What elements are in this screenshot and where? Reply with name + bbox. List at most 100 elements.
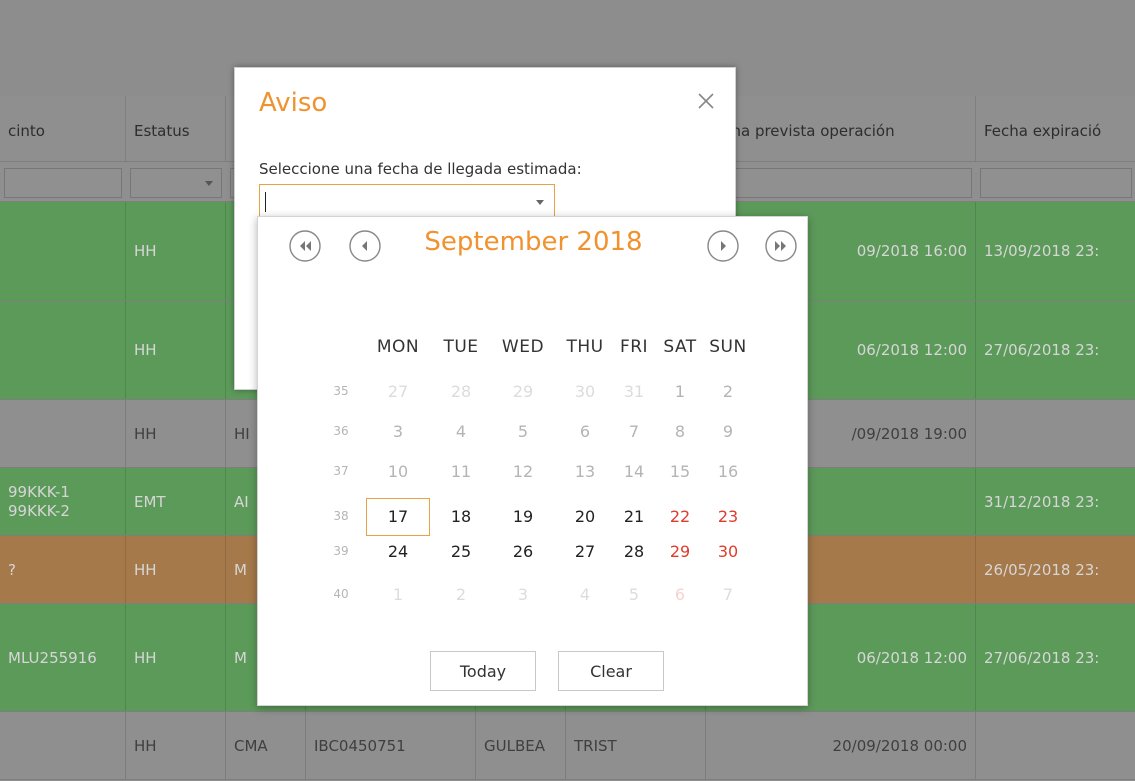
- today-button[interactable]: Today: [430, 651, 536, 691]
- week-number: 39: [333, 544, 349, 558]
- table-cell-c3: CMA: [226, 712, 306, 779]
- calendar-day[interactable]: 22: [660, 502, 700, 532]
- table-cell-precinto: 99KKK-1 99KKK-2: [0, 468, 126, 535]
- dialog-prompt: Seleccione una fecha de llegada estimada…: [259, 160, 582, 178]
- chevron-down-icon[interactable]: [205, 181, 213, 186]
- calendar-day[interactable]: 16: [708, 457, 748, 487]
- column-header-fecha_prevista[interactable]: echa prevista operación: [706, 96, 976, 162]
- table-cell-fecha_expiracion: 27/06/2018 23:: [976, 301, 1135, 399]
- table-cell-precinto: [0, 202, 126, 300]
- filter-input-fecha_expiracion[interactable]: [980, 168, 1132, 198]
- calendar-day[interactable]: 15: [660, 457, 700, 487]
- calendar-popup: September 2018 MON TUE WED THU FRI SAT SUN 35 2…: [257, 216, 808, 706]
- calendar-day[interactable]: 6: [660, 580, 700, 610]
- weekday-sun: SUN: [709, 337, 747, 357]
- table-cell-estatus: HH: [126, 301, 226, 399]
- column-header-estatus[interactable]: Estatus: [126, 96, 226, 162]
- calendar-day[interactable]: 29: [503, 377, 543, 407]
- table-cell-estatus: HH: [126, 604, 226, 711]
- weekday-header: MON TUE WED THU FRI SAT SUN: [258, 337, 809, 361]
- calendar-day[interactable]: 3: [378, 417, 418, 447]
- calendar-day[interactable]: 20: [565, 502, 605, 532]
- calendar-day[interactable]: 4: [441, 417, 481, 447]
- calendar-day[interactable]: 1: [660, 377, 700, 407]
- table-cell-c4: IBC0450751: [306, 712, 476, 779]
- calendar-day[interactable]: 26: [503, 537, 543, 567]
- calendar-day[interactable]: 30: [565, 377, 605, 407]
- calendar-day[interactable]: 13: [565, 457, 605, 487]
- weekday-tue: TUE: [443, 337, 479, 357]
- column-header-precinto[interactable]: cinto: [0, 96, 126, 162]
- table-cell-estatus: HH: [126, 400, 226, 467]
- cell-line: 99KKK-2: [8, 501, 70, 520]
- calendar-day[interactable]: 7: [708, 580, 748, 610]
- calendar-day[interactable]: 11: [441, 457, 481, 487]
- calendar-day[interactable]: 3: [503, 580, 543, 610]
- table-cell-precinto: [0, 400, 126, 467]
- calendar-day[interactable]: 19: [503, 502, 543, 532]
- calendar-day[interactable]: 10: [378, 457, 418, 487]
- arrival-date-input[interactable]: [260, 185, 520, 217]
- calendar-day[interactable]: 29: [660, 537, 700, 567]
- cell-line: 99KKK-1: [8, 482, 70, 501]
- week-number: 40: [333, 587, 349, 601]
- calendar-day[interactable]: 18: [441, 502, 481, 532]
- calendar-day[interactable]: 5: [503, 417, 543, 447]
- calendar-day[interactable]: 14: [614, 457, 654, 487]
- chevron-down-icon[interactable]: [536, 200, 544, 205]
- calendar-day[interactable]: 1: [378, 580, 418, 610]
- calendar-day[interactable]: 21: [614, 502, 654, 532]
- weekday-thu: THU: [566, 337, 604, 357]
- week-number: 38: [333, 509, 349, 523]
- column-header-label: cinto: [8, 122, 45, 140]
- calendar-day[interactable]: 31: [614, 377, 654, 407]
- table-cell-estatus: HH: [126, 712, 226, 779]
- calendar-day[interactable]: 23: [708, 502, 748, 532]
- calendar-day-selected[interactable]: 17: [366, 498, 430, 536]
- calendar-day[interactable]: 30: [708, 537, 748, 567]
- clear-button[interactable]: Clear: [558, 651, 664, 691]
- table-cell-estatus: HH: [126, 536, 226, 603]
- week-number: 35: [333, 384, 349, 398]
- filter-input-precinto[interactable]: [4, 168, 122, 198]
- calendar-day[interactable]: 9: [708, 417, 748, 447]
- weekday-sat: SAT: [663, 337, 697, 357]
- table-cell-fecha_expiracion: [976, 712, 1135, 779]
- calendar-day[interactable]: 2: [708, 377, 748, 407]
- weekday-mon: MON: [376, 337, 420, 357]
- calendar-day[interactable]: 27: [565, 537, 605, 567]
- table-cell-fecha_prevista: 20/09/2018 00:00: [706, 712, 976, 779]
- calendar-day[interactable]: 28: [614, 537, 654, 567]
- table-row[interactable]: HH CMA IBC0450751 GULBEA TRIST 20/09/2018 00:…: [0, 712, 1135, 780]
- table-cell-fecha_expiracion: 26/05/2018 23:: [976, 536, 1135, 603]
- calendar-day[interactable]: 4: [565, 580, 605, 610]
- column-header-label: Fecha expiració: [984, 122, 1102, 140]
- table-cell-fecha_expiracion: 13/09/2018 23:: [976, 202, 1135, 300]
- filter-input-estatus[interactable]: [130, 168, 222, 198]
- weekday-fri: FRI: [619, 337, 649, 357]
- calendar-day[interactable]: 6: [565, 417, 605, 447]
- table-cell-precinto: MLU255916: [0, 604, 126, 711]
- calendar-day[interactable]: 5: [614, 580, 654, 610]
- dialog-title: Aviso: [259, 88, 328, 118]
- calendar-day[interactable]: 12: [503, 457, 543, 487]
- arrival-date-picker[interactable]: [259, 184, 555, 220]
- calendar-day[interactable]: 28: [441, 377, 481, 407]
- table-cell-fecha_expiracion: 27/06/2018 23:: [976, 604, 1135, 711]
- table-cell-precinto: [0, 712, 126, 779]
- close-icon[interactable]: [695, 90, 717, 112]
- calendar-day[interactable]: 27: [378, 377, 418, 407]
- calendar-day[interactable]: 8: [660, 417, 700, 447]
- calendar-day[interactable]: 2: [441, 580, 481, 610]
- calendar-day[interactable]: 24: [378, 537, 418, 567]
- calendar-day[interactable]: 7: [614, 417, 654, 447]
- column-header-fecha_expiracion[interactable]: Fecha expiració: [976, 96, 1135, 162]
- calendar-day[interactable]: 25: [441, 537, 481, 567]
- filter-input-fecha_prevista[interactable]: [710, 168, 972, 198]
- table-cell-fecha_expiracion: 31/12/2018 23:: [976, 468, 1135, 535]
- week-number: 37: [333, 464, 349, 478]
- next-year-icon[interactable]: [764, 229, 798, 263]
- table-cell-c5: GULBEA: [476, 712, 566, 779]
- next-month-icon[interactable]: [706, 229, 740, 263]
- table-cell-precinto: [0, 301, 126, 399]
